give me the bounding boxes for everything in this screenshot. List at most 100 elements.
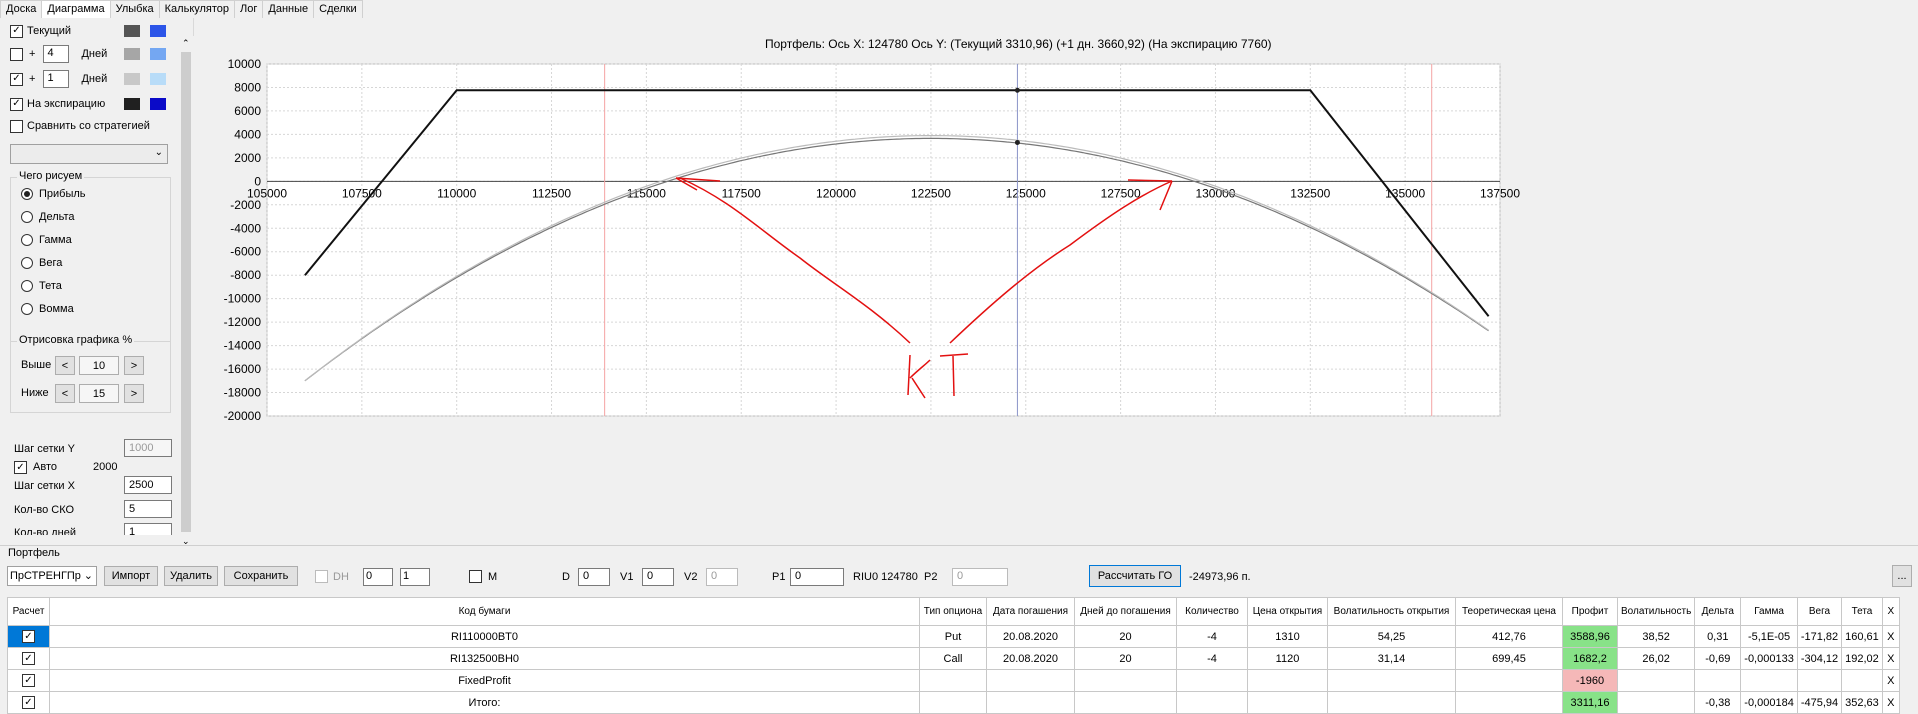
tab-deals[interactable]: Сделки — [313, 0, 363, 18]
v2-input[interactable]: 0 — [706, 568, 738, 586]
calc-checkbox[interactable]: ✓ — [22, 652, 35, 666]
m-checkbox[interactable] — [469, 570, 482, 583]
sko-input[interactable]: 5 — [124, 500, 172, 518]
col-header[interactable]: Расчет — [7, 597, 50, 626]
table-row[interactable]: ✓ FixedProfit -1960 X — [7, 669, 1900, 692]
auto-checkbox[interactable]: ✓ — [14, 461, 27, 474]
scroll-up-icon[interactable]: ⌃ — [182, 38, 190, 49]
table-row[interactable]: ✓ Итого: 3311,16 -0,38 -0,000184 -475,94 352,6… — [7, 691, 1900, 714]
current-checkbox[interactable]: ✓ — [10, 24, 23, 38]
radio-vega[interactable]: Вега — [21, 257, 62, 269]
d-input[interactable]: 0 — [578, 568, 610, 586]
days4-color2-swatch[interactable] — [150, 48, 166, 60]
grid-y-input[interactable]: 1000 — [124, 439, 172, 457]
col-header[interactable]: Дата погашения — [986, 597, 1075, 626]
p2-input[interactable]: 0 — [952, 568, 1008, 586]
table-row[interactable]: ✓ RI110000BT0 Put 20.08.2020 20 -4 1310 54,25 41… — [7, 625, 1900, 648]
calc-checkbox-cell[interactable]: ✓ — [7, 647, 50, 670]
days1-color2-swatch[interactable] — [150, 73, 166, 85]
table-cell: -475,94 — [1796, 691, 1843, 714]
tab-diagram[interactable]: Диаграмма — [41, 0, 111, 19]
radio-vomma[interactable]: Вомма — [21, 303, 74, 315]
calc-checkbox[interactable]: ✓ — [22, 696, 35, 710]
p2-label: P2 — [924, 571, 938, 583]
y-tick-label: -8000 — [230, 268, 261, 282]
table-cell: 0,31 — [1694, 625, 1742, 648]
calc-checkbox[interactable]: ✓ — [22, 674, 35, 688]
dh-spin1[interactable]: 0 — [363, 568, 393, 586]
calc-checkbox-cell[interactable]: ✓ — [7, 625, 50, 648]
grid-x-input[interactable]: 2500 — [124, 476, 172, 494]
save-button[interactable]: Сохранить — [224, 566, 298, 586]
radio-delta[interactable]: Дельта — [21, 211, 75, 223]
remove-row-button[interactable]: X — [1881, 691, 1900, 714]
table-cell: 20 — [1074, 625, 1177, 648]
col-header[interactable]: Тета — [1841, 597, 1883, 626]
import-button[interactable]: Импорт — [104, 566, 158, 586]
days4-checkbox[interactable] — [10, 47, 23, 61]
strategy-dropdown[interactable]: ⌄ — [10, 144, 168, 164]
p1-input[interactable]: 0 — [790, 568, 844, 586]
tab-board[interactable]: Доска — [0, 0, 43, 18]
above-value[interactable]: 10 — [79, 356, 119, 375]
expiration-color-swatch[interactable] — [124, 98, 140, 110]
table-header-row: Расчет Код бумаги Тип опциона Дата погаш… — [7, 597, 1900, 626]
current-color-swatch[interactable] — [124, 25, 140, 37]
radio-theta[interactable]: Тета — [21, 280, 62, 292]
strategy-select[interactable]: ПрСТРЕНГПр ⌄ — [7, 566, 97, 586]
remove-row-button[interactable]: X — [1881, 647, 1900, 670]
calc-checkbox-cell[interactable]: ✓ — [7, 691, 50, 714]
remove-row-button[interactable]: X — [1881, 625, 1900, 648]
x-tick-label: 132500 — [1290, 186, 1330, 200]
col-header[interactable]: Волатильность открытия — [1327, 597, 1456, 626]
calc-checkbox-cell[interactable]: ✓ — [7, 669, 50, 692]
tab-smile[interactable]: Улыбка — [109, 0, 160, 18]
left-scrollbar[interactable]: ⌃ ⌄ — [178, 36, 194, 553]
table-row[interactable]: ✓ RI132500BH0 Call 20.08.2020 20 -4 1120 31,14 6… — [7, 647, 1900, 670]
col-header[interactable]: Тип опциона — [919, 597, 987, 626]
radio-gamma[interactable]: Гамма — [21, 234, 72, 246]
col-header[interactable]: Гамма — [1740, 597, 1798, 626]
dh-checkbox[interactable] — [315, 570, 328, 583]
calc-checkbox[interactable]: ✓ — [22, 630, 35, 644]
calculate-go-button[interactable]: Рассчитать ГО — [1089, 565, 1181, 587]
compare-checkbox[interactable] — [10, 119, 23, 133]
above-prev-button[interactable]: < — [55, 356, 75, 375]
col-header[interactable]: Волатильность — [1616, 597, 1696, 626]
below-next-button[interactable]: > — [124, 384, 144, 403]
y-tick-label: -2000 — [230, 198, 261, 212]
col-header[interactable]: Дней до погашения — [1074, 597, 1177, 626]
above-next-button[interactable]: > — [124, 356, 144, 375]
col-header[interactable]: Дельта — [1694, 597, 1742, 626]
radio-profit[interactable]: Прибыль — [21, 188, 86, 200]
below-value[interactable]: 15 — [79, 384, 119, 403]
tab-data[interactable]: Данные — [262, 0, 315, 18]
table-cell: 20.08.2020 — [986, 625, 1075, 648]
expiration-checkbox[interactable]: ✓ — [10, 97, 23, 111]
dh-spin2[interactable]: 1 — [400, 568, 430, 586]
delete-button[interactable]: Удалить — [164, 566, 218, 586]
col-header[interactable]: Теоретическая цена — [1455, 597, 1563, 626]
v1-input[interactable]: 0 — [642, 568, 674, 586]
table-cell: 1310 — [1247, 625, 1328, 648]
more-button[interactable]: ... — [1892, 565, 1912, 587]
col-header[interactable]: Код бумаги — [49, 597, 920, 626]
col-header[interactable]: X — [1881, 597, 1900, 626]
remove-row-button[interactable]: X — [1881, 669, 1900, 692]
scroll-thumb[interactable] — [181, 52, 191, 532]
days4-input[interactable]: 4 — [43, 45, 70, 63]
days-count-input[interactable]: 1 — [124, 523, 172, 535]
days4-color-swatch[interactable] — [124, 48, 140, 60]
col-header[interactable]: Цена открытия — [1247, 597, 1328, 626]
col-header[interactable]: Профит — [1562, 597, 1618, 626]
below-prev-button[interactable]: < — [55, 384, 75, 403]
tab-calculator[interactable]: Калькулятор — [158, 0, 236, 18]
col-header[interactable]: Количество — [1176, 597, 1248, 626]
days1-checkbox[interactable]: ✓ — [10, 72, 23, 86]
col-header[interactable]: Вега — [1796, 597, 1843, 626]
current-color2-swatch[interactable] — [150, 25, 166, 37]
days1-color-swatch[interactable] — [124, 73, 140, 85]
expiration-color2-swatch[interactable] — [150, 98, 166, 110]
tab-log[interactable]: Лог — [234, 0, 264, 18]
days1-input[interactable]: 1 — [43, 70, 70, 88]
